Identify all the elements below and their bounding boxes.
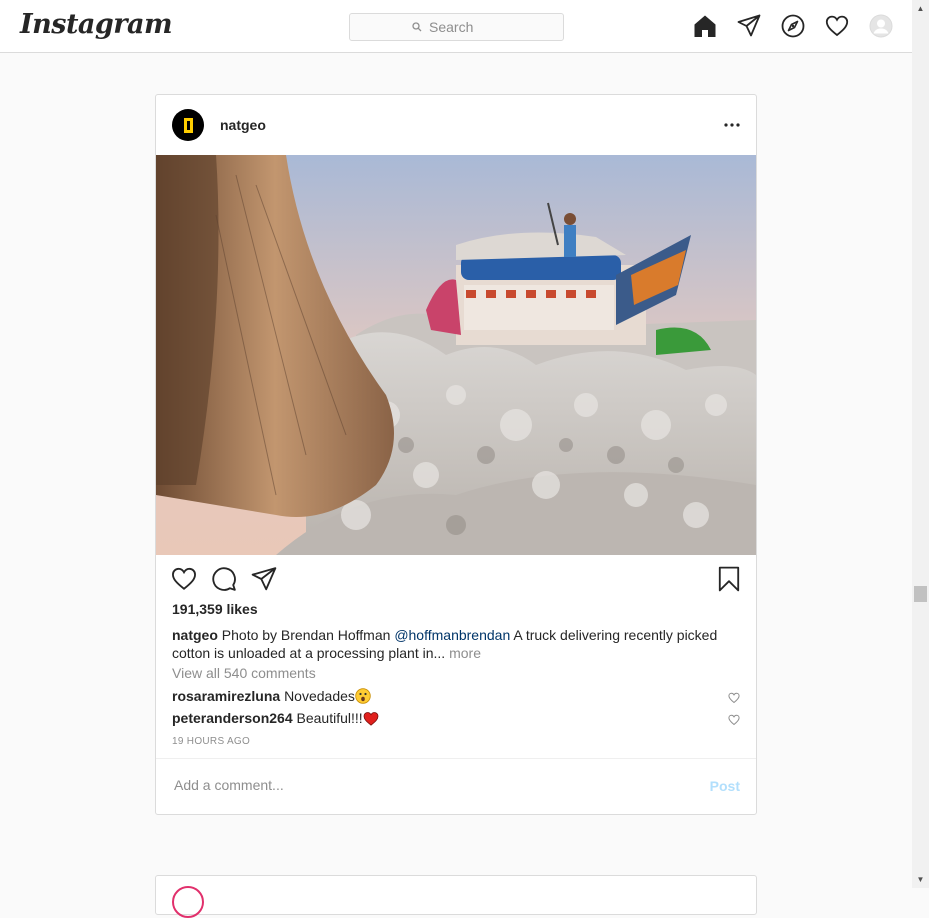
- instagram-logo[interactable]: Instagram: [20, 9, 173, 40]
- profile-avatar-icon[interactable]: [869, 14, 893, 38]
- comment-text: Beautiful!!!: [296, 710, 363, 726]
- comment-row: rosaramirezluna Novedades: [172, 687, 740, 705]
- share-direct-icon[interactable]: [251, 566, 277, 592]
- caption-text-before: Photo by Brendan Hoffman: [221, 627, 391, 643]
- caption-mention-link[interactable]: @hoffmanbrendan: [394, 627, 510, 643]
- home-icon[interactable]: [693, 14, 717, 38]
- natgeo-logo-frame: [183, 117, 193, 133]
- search-input[interactable]: [427, 18, 501, 36]
- red-heart-emoji: [363, 711, 379, 730]
- save-bookmark-icon[interactable]: [716, 566, 742, 592]
- post-actions-bar: [156, 555, 756, 603]
- post-header: natgeo: [156, 95, 756, 155]
- natgeo-avatar[interactable]: [172, 109, 204, 141]
- activity-heart-icon[interactable]: [825, 14, 849, 38]
- direct-icon[interactable]: [737, 14, 761, 38]
- add-comment-input[interactable]: [172, 776, 676, 794]
- like-heart-icon[interactable]: [171, 566, 197, 592]
- post-comment-button[interactable]: Post: [710, 778, 740, 794]
- post-caption: natgeo Photo by Brendan Hoffman @hoffman…: [172, 626, 740, 662]
- caption-more-link[interactable]: more: [449, 645, 481, 661]
- explore-icon[interactable]: [781, 14, 805, 38]
- comment-bubble-icon[interactable]: [211, 566, 237, 592]
- caption-username[interactable]: natgeo: [172, 627, 218, 643]
- post-timestamp[interactable]: 19 HOURS AGO: [172, 736, 250, 747]
- scroll-up-arrow-icon[interactable]: ▲: [912, 0, 929, 17]
- view-all-comments-link[interactable]: View all 540 comments: [172, 665, 316, 681]
- comment-username[interactable]: rosaramirezluna: [172, 688, 280, 704]
- comment-like-heart-icon[interactable]: [728, 690, 740, 704]
- post-photo[interactable]: [156, 155, 756, 555]
- top-nav-bar: Instagram: [0, 0, 912, 53]
- post-username[interactable]: natgeo: [220, 117, 266, 133]
- comment-text: Novedades: [284, 688, 355, 704]
- comment-row: peteranderson264 Beautiful!!!: [172, 709, 740, 727]
- feed-post: natgeo 191,359 likes natgeo Photo by Bre…: [155, 94, 757, 815]
- add-comment-section: Post: [156, 758, 756, 815]
- next-post-avatar[interactable]: [172, 886, 204, 918]
- search-box[interactable]: [349, 13, 564, 41]
- more-options-icon[interactable]: [724, 115, 740, 135]
- likes-count[interactable]: 191,359 likes: [172, 601, 258, 617]
- search-icon: [412, 22, 422, 32]
- page-scrollbar[interactable]: ▲ ▼: [912, 0, 929, 888]
- astonished-face-emoji: [355, 688, 371, 708]
- comment-like-heart-icon[interactable]: [728, 712, 740, 726]
- scrollbar-thumb[interactable]: [914, 586, 927, 602]
- scroll-down-arrow-icon[interactable]: ▼: [912, 871, 929, 888]
- comment-username[interactable]: peteranderson264: [172, 710, 293, 726]
- next-feed-post: [155, 875, 757, 918]
